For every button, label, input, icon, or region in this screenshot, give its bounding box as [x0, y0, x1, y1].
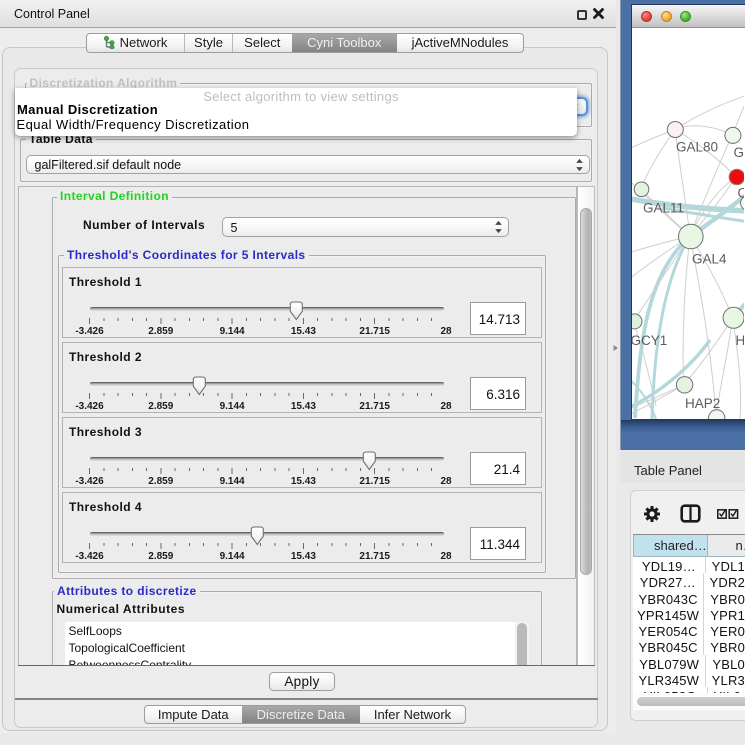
svg-text:GAL11: GAL11: [643, 201, 684, 216]
svg-text:C: C: [737, 186, 744, 201]
svg-text:H: H: [735, 333, 744, 348]
svg-text:GAL4: GAL4: [692, 252, 727, 267]
svg-text:GAL80: GAL80: [676, 140, 718, 155]
svg-text:HAP2: HAP2: [685, 396, 720, 411]
svg-text:GCY1: GCY1: [632, 333, 667, 348]
svg-text:GA: GA: [733, 145, 744, 160]
